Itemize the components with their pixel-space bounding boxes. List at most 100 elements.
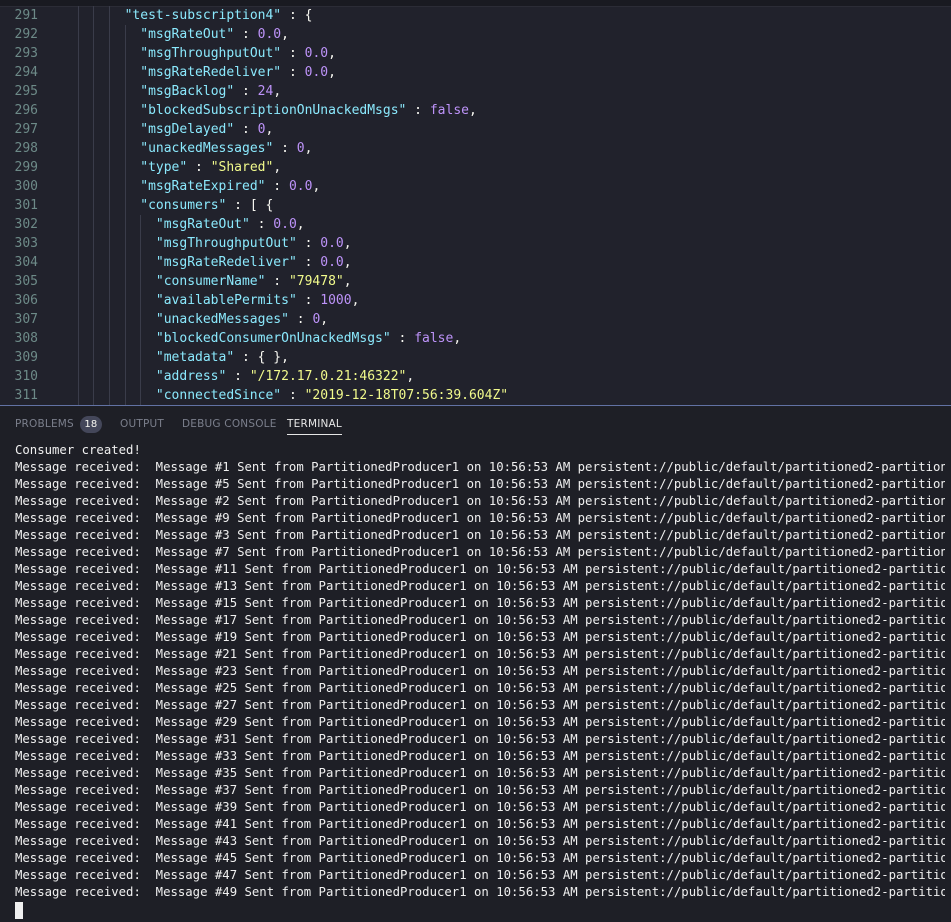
line-number: 292 (14, 27, 38, 42)
token-key: "availablePermits" (155, 293, 297, 308)
token-num: 0.0 (288, 179, 313, 194)
terminal-line: Message received: Message #19 Sent from … (15, 630, 945, 644)
token-punc: , (351, 293, 360, 308)
indent-guide (124, 25, 126, 44)
indent-guide (124, 120, 126, 139)
line-number: 296 (14, 103, 38, 118)
indent-guide (124, 272, 126, 291)
token-punc: : (406, 103, 430, 118)
line-number: 302 (14, 217, 38, 232)
indent-guide (93, 177, 95, 196)
indent-guide (108, 6, 110, 25)
indent-guide (93, 101, 95, 120)
terminal-line: Message received: Message #23 Sent from … (15, 664, 945, 678)
indent-guide (93, 386, 95, 405)
token-punc: , (304, 141, 313, 156)
terminal-output[interactable]: Consumer created! Message received: Messa… (15, 442, 945, 901)
terminal-line: Message received: Message #25 Sent from … (15, 681, 945, 695)
tab-output[interactable]: OUTPUT (120, 406, 164, 441)
code-editor[interactable]: 291 "test-subscription4" : {292 "msgRateOu… (0, 0, 951, 405)
code-text: "msgRateOut" : 0.0, (156, 215, 305, 234)
token-num: 0.0 (257, 27, 282, 42)
indent-guide (93, 310, 95, 329)
indent-guide (93, 120, 95, 139)
indent-guide (140, 329, 142, 348)
indent-guide (140, 310, 142, 329)
token-num: 0.0 (320, 236, 344, 251)
indent-guide (124, 196, 126, 215)
code-text: "msgBacklog" : 24, (140, 82, 281, 101)
indent-guide (140, 234, 142, 253)
indent-guide (77, 272, 79, 291)
token-key: "blockedSubscriptionOnUnackedMsgs" (140, 103, 407, 118)
indent-guide (93, 329, 95, 348)
indent-guide (108, 253, 110, 272)
indent-guide (77, 25, 79, 44)
indent-guide (93, 215, 95, 234)
indent-guide (77, 234, 79, 253)
tab-terminal[interactable]: TERMINAL (287, 406, 342, 441)
code-line: 296 "blockedSubscriptionOnUnackedMsgs" : … (0, 101, 951, 120)
indent-guide (93, 196, 95, 215)
indent-guide (93, 253, 95, 272)
token-punc: : (296, 236, 321, 251)
tab-terminal-label: TERMINAL (287, 418, 342, 430)
indent-guide (108, 120, 110, 139)
token-punc: : { }, (234, 350, 289, 365)
indent-guide (93, 348, 95, 367)
terminal-line: Message received: Message #35 Sent from … (15, 766, 945, 780)
line-number: 294 (14, 65, 38, 80)
tab-problems[interactable]: PROBLEMS 18 (15, 406, 102, 441)
indent-guide (140, 272, 142, 291)
terminal-line: Message received: Message #17 Sent from … (15, 613, 945, 627)
indent-guide (108, 196, 110, 215)
token-key: "msgDelayed" (140, 122, 235, 137)
indent-guide (108, 234, 110, 253)
indent-guide (93, 82, 95, 101)
token-punc: , (406, 369, 415, 384)
terminal-line: Message received: Message #15 Sent from … (15, 596, 945, 610)
line-number: 300 (14, 179, 38, 194)
indent-guide (124, 253, 126, 272)
indent-guide (124, 177, 126, 196)
token-punc: : { (281, 8, 313, 23)
token-key: "blockedConsumerOnUnackedMsgs" (155, 331, 391, 346)
token-bool: false (429, 103, 469, 118)
code-text: "blockedConsumerOnUnackedMsgs" : false, (156, 329, 461, 348)
terminal-line: Message received: Message #31 Sent from … (15, 732, 945, 746)
code-line: 304 "msgRateRedeliver" : 0.0, (0, 253, 951, 272)
indent-guide (108, 291, 110, 310)
indent-guide (140, 367, 142, 386)
line-number: 308 (14, 331, 38, 346)
terminal-line: Message received: Message #1 Sent from P… (15, 460, 945, 474)
terminal-line: Message received: Message #9 Sent from P… (15, 511, 945, 525)
indent-guide (93, 6, 95, 25)
token-punc: : (234, 84, 258, 99)
indent-guide (93, 63, 95, 82)
indent-guide (140, 253, 142, 272)
indent-guide (108, 82, 110, 101)
indent-guide (77, 329, 79, 348)
indent-guide (77, 120, 79, 139)
panel-tab-bar: PROBLEMS 18 OUTPUT DEBUG CONSOLE TERMINAL (0, 406, 951, 441)
indent-guide (140, 348, 142, 367)
code-line: 302 "msgRateOut" : 0.0, (0, 215, 951, 234)
indent-guide (77, 253, 79, 272)
indent-guide (77, 158, 79, 177)
code-line: 297 "msgDelayed" : 0, (0, 120, 951, 139)
terminal-line: Message received: Message #2 Sent from P… (15, 494, 945, 508)
token-punc: : (288, 312, 313, 327)
indent-guide (77, 310, 79, 329)
tab-debug-console[interactable]: DEBUG CONSOLE (182, 406, 277, 441)
token-punc: : (281, 46, 305, 61)
code-text: "msgRateRedeliver" : 0.0, (156, 253, 352, 272)
code-line: 294 "msgRateRedeliver" : 0.0, (0, 63, 951, 82)
token-str: "Shared" (210, 160, 274, 175)
code-text: "type" : "Shared", (140, 158, 281, 177)
indent-guide (140, 215, 142, 234)
token-punc: : (273, 141, 297, 156)
token-key: "unackedMessages" (155, 312, 289, 327)
indent-guide (108, 158, 110, 177)
terminal-line: Message received: Message #27 Sent from … (15, 698, 945, 712)
indent-guide (124, 139, 126, 158)
